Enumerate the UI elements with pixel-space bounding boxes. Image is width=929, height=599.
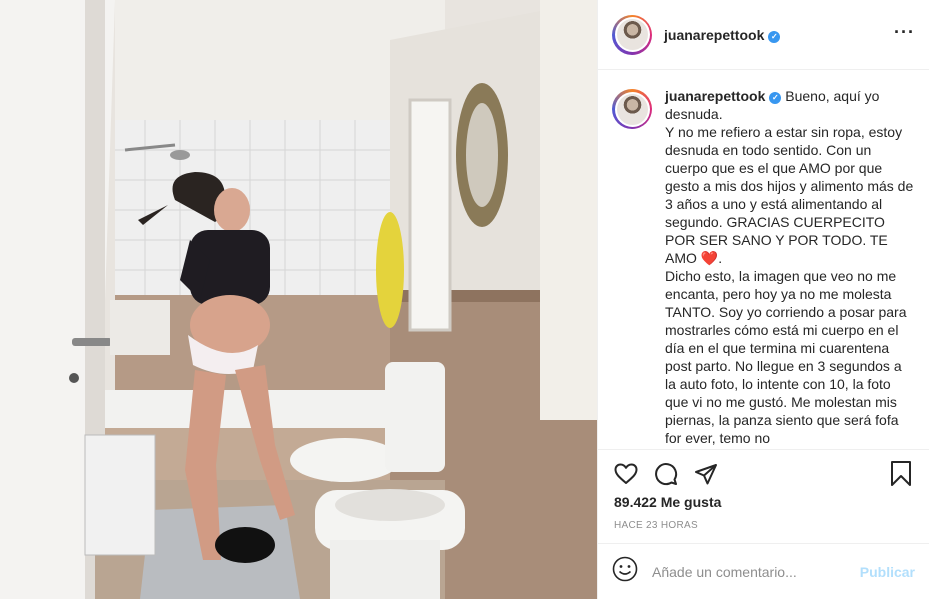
- action-bar: [598, 449, 929, 497]
- more-options-icon[interactable]: ···: [894, 23, 915, 41]
- post-side-panel: juanarepettook ✓ ··· juanarepettook ✓ Buen…: [597, 0, 929, 599]
- likes-count[interactable]: 89.422 Me gusta: [614, 494, 721, 510]
- caption-body-continued: . Dicho esto, la imagen que veo no me en…: [665, 250, 907, 446]
- post-timestamp[interactable]: HACE 23 HORAS: [614, 520, 698, 531]
- bathroom-photo-illustration: [0, 0, 597, 599]
- avatar-image: [616, 19, 648, 50]
- comment-input[interactable]: [652, 563, 842, 580]
- header-username[interactable]: juanarepettook ✓: [664, 27, 781, 43]
- heart-icon[interactable]: [612, 460, 640, 488]
- verified-badge-icon: ✓: [768, 30, 781, 43]
- caption-username[interactable]: juanarepettook ✓: [665, 88, 782, 104]
- avatar-image: [616, 93, 648, 125]
- username-text[interactable]: juanarepettook: [664, 27, 764, 43]
- emoji-icon[interactable]: [612, 556, 638, 587]
- bookmark-icon[interactable]: [887, 460, 915, 488]
- caption-row: juanarepettook ✓ Bueno, aquí yo desnuda. …: [612, 87, 915, 447]
- comments-section: juanarepettook ✓ Bueno, aquí yo desnuda. …: [598, 71, 929, 449]
- caption-body: Bueno, aquí yo desnuda. Y no me refiero …: [665, 88, 914, 266]
- post-photo[interactable]: [0, 0, 597, 599]
- verified-badge-icon: ✓: [769, 92, 782, 104]
- avatar[interactable]: [612, 14, 652, 55]
- caption-text: juanarepettook ✓ Bueno, aquí yo desnuda. …: [665, 87, 915, 447]
- share-icon[interactable]: [692, 460, 720, 488]
- publish-button[interactable]: Publicar: [860, 564, 915, 580]
- caption-avatar[interactable]: [612, 89, 652, 129]
- add-comment-bar: Publicar: [598, 543, 929, 599]
- heart-emoji-icon: ❤️: [700, 250, 719, 266]
- post-header: juanarepettook ✓ ···: [598, 0, 929, 70]
- comment-icon[interactable]: [652, 460, 680, 488]
